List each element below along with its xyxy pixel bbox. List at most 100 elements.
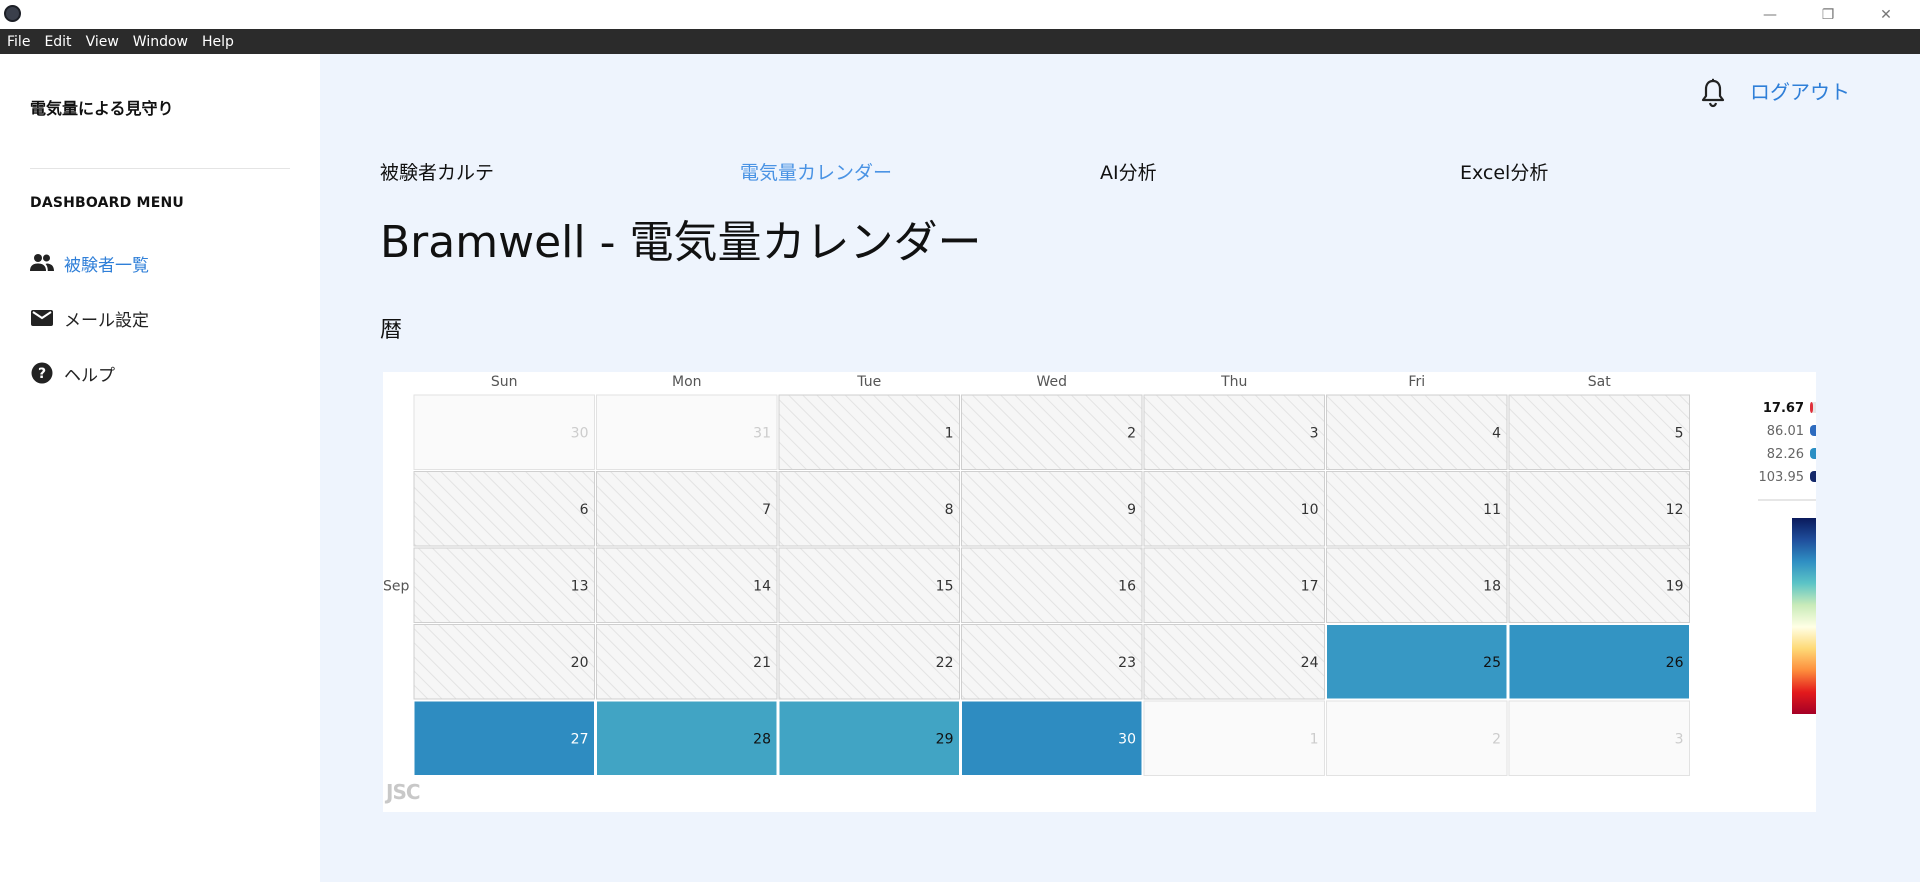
weekday-label: Mon: [672, 374, 702, 390]
day-number: 17: [1301, 578, 1319, 594]
calendar-cell: [1508, 624, 1690, 700]
calendar-cell: [1326, 547, 1508, 623]
jsc-watermark: JSC: [386, 780, 421, 804]
day-number: 6: [580, 502, 589, 518]
calendar-cell: [778, 471, 960, 547]
weekday-label: Thu: [1220, 374, 1247, 390]
day-number: 2: [1492, 731, 1501, 747]
day-number: 3: [1310, 425, 1319, 441]
mail-icon: [30, 306, 54, 330]
calendar-cell: [596, 471, 778, 547]
colorbar: [1792, 518, 1816, 714]
calendar-heatmap: Sun Mon Tue Wed Thu Fri SatSep30 31 1 2 3 4 56 7 8 9 10 1…: [383, 374, 1816, 776]
section-title: 暦: [380, 318, 403, 343]
day-number: 29: [936, 731, 954, 747]
menu-view[interactable]: View: [79, 34, 126, 50]
dashboard-menu-heading: DASHBOARD MENU: [30, 195, 184, 211]
day-number: 4: [1492, 425, 1501, 441]
calendar-cell: [778, 547, 960, 623]
calendar-cell: [961, 394, 1143, 470]
legend-bar-fill: [1810, 471, 1816, 482]
menu-file[interactable]: File: [0, 34, 37, 50]
bell-icon[interactable]: [1700, 78, 1726, 108]
legend-bar-fill: [1810, 448, 1816, 459]
day-number: 24: [1301, 655, 1319, 671]
calendar-cell: [413, 394, 595, 470]
logout-link[interactable]: ログアウト: [1750, 76, 1850, 105]
help-circle-icon: ?: [30, 361, 54, 385]
weekday-label: Tue: [856, 374, 881, 390]
day-number: 9: [1127, 502, 1136, 518]
calendar-cell: [413, 471, 595, 547]
day-number: 21: [753, 655, 771, 671]
menu-window[interactable]: Window: [126, 34, 195, 50]
day-number: 23: [1118, 655, 1136, 671]
tab-bar: 被験者カルテ 電気量カレンダー AI分析 Excel分析: [380, 158, 1580, 188]
calendar-cell: [596, 624, 778, 700]
close-button[interactable]: ✕: [1858, 0, 1914, 29]
sidebar-item-mail-settings[interactable]: メール設定: [30, 303, 149, 333]
day-number: 1: [945, 425, 954, 441]
legend-value: 17.67: [1763, 401, 1804, 416]
sidebar-item-subjects[interactable]: 被験者一覧: [30, 248, 149, 278]
calendar-cell: [778, 624, 960, 700]
day-number: 16: [1118, 578, 1136, 594]
weekday-label: Sun: [491, 374, 518, 390]
day-number: 15: [936, 578, 954, 594]
minimize-button[interactable]: —: [1742, 0, 1798, 29]
calendar-cell: [961, 471, 1143, 547]
title-bar: — ❐ ✕: [0, 0, 1920, 29]
day-number: 31: [753, 425, 771, 441]
sidebar-item-label: 被験者一覧: [64, 255, 149, 276]
weekday-label: Fri: [1408, 374, 1425, 390]
sidebar-item-label: ヘルプ: [64, 365, 115, 386]
calendar-cell: [1326, 394, 1508, 470]
calendar-cell: [961, 547, 1143, 623]
day-number: 1: [1310, 731, 1319, 747]
legend-value: 82.26: [1767, 447, 1804, 462]
menu-edit[interactable]: Edit: [37, 34, 78, 50]
menu-bar: File Edit View Window Help: [0, 29, 1920, 54]
day-number: 30: [571, 425, 589, 441]
page-title: Bramwell - 電気量カレンダー: [380, 217, 982, 268]
tab-ai-analysis[interactable]: AI分析: [1100, 158, 1157, 185]
day-number: 27: [571, 731, 589, 747]
sidebar: 電気量による見守り DASHBOARD MENU 被験者一覧 メール設定 ? ヘ…: [0, 54, 320, 882]
day-number: 2: [1127, 425, 1136, 441]
tab-excel-analysis[interactable]: Excel分析: [1460, 158, 1548, 185]
people-icon: [30, 251, 54, 275]
day-number: 19: [1666, 578, 1684, 594]
svg-text:?: ?: [38, 366, 46, 382]
calendar-cell: [1326, 624, 1508, 700]
tab-electricity-calendar[interactable]: 電気量カレンダー: [740, 158, 892, 185]
menu-help[interactable]: Help: [195, 34, 241, 50]
legend-value: 86.01: [1767, 424, 1804, 439]
calendar-cell: [1143, 394, 1325, 470]
calendar-cell: [961, 624, 1143, 700]
tab-subject-chart[interactable]: 被験者カルテ: [380, 158, 494, 185]
sidebar-item-help[interactable]: ? ヘルプ: [30, 358, 115, 388]
day-number: 10: [1301, 502, 1319, 518]
calendar-cell: [778, 394, 960, 470]
calendar-cell: [1508, 547, 1690, 623]
month-label: Sep: [383, 578, 410, 594]
day-number: 5: [1675, 425, 1684, 441]
calendar-panel: Sun Mon Tue Wed Thu Fri Sat Sep 30 31 1 2 3 4 5 6 7 8 9 10 1…: [383, 372, 1816, 812]
calendar-cell: [596, 394, 778, 470]
legend-bar-fill: [1810, 425, 1816, 436]
day-number: 3: [1675, 731, 1684, 747]
calendar-cell: [596, 547, 778, 623]
calendar-cell: [1508, 700, 1690, 776]
day-number: 26: [1666, 655, 1684, 671]
day-number: 30: [1118, 731, 1136, 747]
calendar-cell: [1508, 394, 1690, 470]
calendar-cell: [596, 700, 778, 776]
calendar-cell: [413, 624, 595, 700]
calendar-cell: [1326, 700, 1508, 776]
app-icon: [4, 5, 21, 22]
day-number: 11: [1483, 502, 1501, 518]
calendar-cell: [1143, 624, 1325, 700]
day-number: 28: [753, 731, 771, 747]
maximize-button[interactable]: ❐: [1800, 0, 1856, 29]
calendar-cell: [778, 700, 960, 776]
